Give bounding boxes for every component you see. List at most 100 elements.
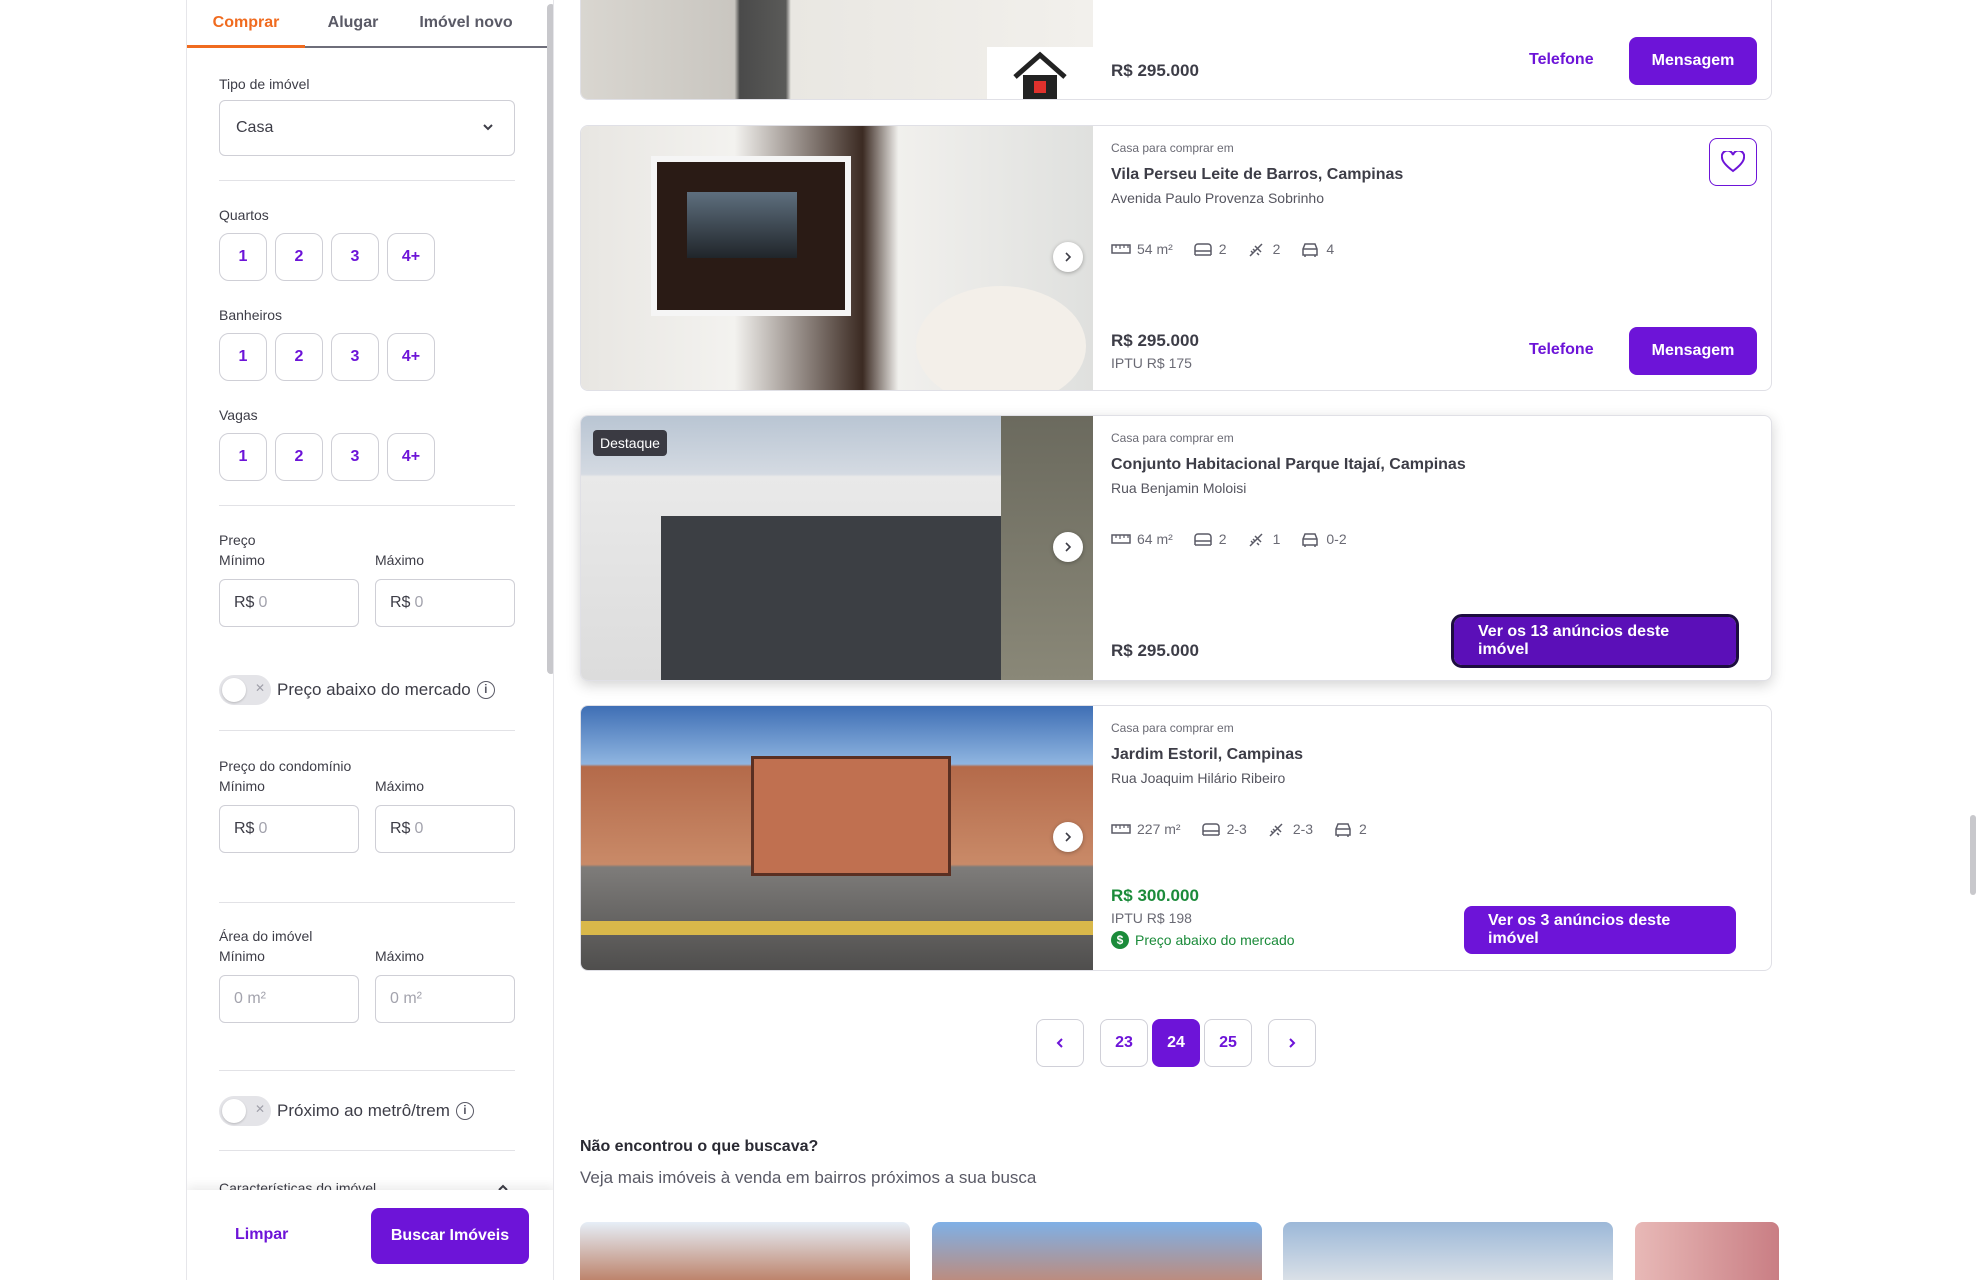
tab-imovel-novo[interactable]: Imóvel novo [401, 0, 531, 46]
sidebar-footer: Limpar Buscar Imóveis [187, 1190, 553, 1280]
quartos-chip-1[interactable]: 1 [219, 233, 267, 281]
mensagem-button[interactable]: Mensagem [1629, 327, 1757, 375]
destaque-badge: Destaque [593, 430, 667, 456]
vagas-chip-1[interactable]: 1 [219, 433, 267, 481]
preco-min-input[interactable]: R$ 0 [219, 579, 359, 627]
next-photo-button[interactable] [1053, 532, 1083, 562]
limpar-button[interactable]: Limpar [235, 1226, 288, 1244]
vagas-chip-4plus[interactable]: 4+ [387, 433, 435, 481]
below-market-label: Preço abaixo do mercado [1135, 932, 1295, 948]
below-market-tag: $ Preço abaixo do mercado [1111, 931, 1295, 949]
vagas-chip-2[interactable]: 2 [275, 433, 323, 481]
banheiros-feature: 2 [1247, 240, 1281, 258]
chevron-left-icon [1056, 1038, 1063, 1048]
condominio-min-input[interactable]: R$ 0 [219, 805, 359, 853]
listing-photo[interactable] [581, 706, 1093, 970]
favorite-button[interactable] [1709, 138, 1757, 186]
listing-address: Rua Benjamin Moloisi [1111, 480, 1247, 496]
car-icon [1302, 533, 1319, 547]
page-scrollbar[interactable] [1970, 815, 1976, 895]
nearby-listing-thumb[interactable] [932, 1222, 1262, 1280]
area-min-input[interactable]: 0 m² [219, 975, 359, 1023]
quartos-feature: 2 [1193, 241, 1227, 257]
preco-min-label: Mínimo [219, 552, 265, 568]
preco-label: Preço [219, 532, 256, 548]
listing-card[interactable]: Casa para comprar em Vila Perseu Leite d… [580, 125, 1772, 391]
listing-info: Casa para comprar em Conjunto Habitacion… [1111, 416, 1771, 680]
listing-title[interactable]: Jardim Estoril, Campinas [1111, 746, 1303, 764]
listing-photo[interactable] [581, 126, 1093, 390]
condominio-max-input[interactable]: R$ 0 [375, 805, 515, 853]
quartos-chips: 1 2 3 4+ [219, 233, 435, 281]
banheiros-value: 1 [1272, 531, 1281, 547]
info-icon[interactable]: i [476, 681, 495, 699]
telefone-button[interactable]: Telefone [1529, 51, 1594, 69]
ver-anuncios-button[interactable]: Ver os 3 anúncios deste imóvel [1464, 906, 1736, 954]
preco-abaixo-toggle[interactable]: ✕ [219, 675, 271, 705]
listing-info: R$ 295.000 Telefone Mensagem [1111, 0, 1771, 99]
banheiros-chip-4plus[interactable]: 4+ [387, 333, 435, 381]
vagas-feature: 2 [1333, 821, 1367, 837]
prev-page-button[interactable] [1036, 1019, 1084, 1067]
listing-title[interactable]: Vila Perseu Leite de Barros, Campinas [1111, 166, 1403, 184]
next-page-button[interactable] [1268, 1019, 1316, 1067]
quartos-value: 2 [1218, 241, 1227, 257]
mensagem-button[interactable]: Mensagem [1629, 37, 1757, 85]
quartos-chip-3[interactable]: 3 [331, 233, 379, 281]
next-photo-button[interactable] [1053, 242, 1083, 272]
divider [219, 505, 515, 506]
next-photo-button[interactable] [1053, 822, 1083, 852]
listing-photo[interactable] [581, 0, 1093, 99]
divider [219, 180, 515, 181]
preco-max-label: Máximo [375, 552, 425, 568]
listing-card[interactable]: Casa para comprar em Jardim Estoril, Cam… [580, 705, 1772, 971]
vagas-value: 2 [1359, 821, 1367, 837]
ruler-icon [1111, 824, 1131, 834]
sidebar-scrollbar[interactable] [547, 4, 553, 674]
telefone-button[interactable]: Telefone [1529, 341, 1594, 359]
nearby-listing-thumb[interactable] [580, 1222, 910, 1280]
vagas-feature: 0-2 [1300, 531, 1347, 547]
banheiros-chip-2[interactable]: 2 [275, 333, 323, 381]
divider [219, 1150, 515, 1151]
listing-card[interactable]: R$ 295.000 Telefone Mensagem [580, 0, 1772, 100]
banheiros-chip-3[interactable]: 3 [331, 333, 379, 381]
tipo-select[interactable]: Casa [219, 100, 515, 156]
listing-title[interactable]: Conjunto Habitacional Parque Itajaí, Cam… [1111, 456, 1466, 474]
vagas-feature: 4 [1300, 241, 1334, 257]
listing-card[interactable]: Destaque Casa para comprar em Conjunto H… [580, 415, 1772, 681]
divider [219, 1070, 515, 1071]
area-max-input[interactable]: 0 m² [375, 975, 515, 1023]
page-24-button[interactable]: 24 [1152, 1019, 1200, 1067]
banheiros-label: Banheiros [219, 307, 283, 323]
vagas-chip-3[interactable]: 3 [331, 433, 379, 481]
currency-prefix: R$ [390, 594, 411, 611]
tab-alugar[interactable]: Alugar [305, 0, 401, 46]
listing-features: 64 m² 2 1 0-2 [1111, 530, 1347, 548]
banheiros-value: 2 [1272, 241, 1281, 257]
chevron-right-icon [1065, 832, 1072, 842]
page-23-button[interactable]: 23 [1100, 1019, 1148, 1067]
tab-comprar[interactable]: Comprar [187, 0, 305, 48]
metro-toggle[interactable]: ✕ [219, 1096, 271, 1126]
vagas-value: 0-2 [1326, 531, 1347, 547]
listing-kicker: Casa para comprar em [1111, 721, 1234, 735]
quartos-chip-2[interactable]: 2 [275, 233, 323, 281]
banheiros-chip-1[interactable]: 1 [219, 333, 267, 381]
listing-features: 54 m² 2 2 4 [1111, 240, 1334, 258]
placeholder: 0 [414, 820, 424, 837]
listing-photo[interactable]: Destaque [581, 416, 1093, 680]
nearby-listing-thumb[interactable] [1635, 1222, 1779, 1280]
nearby-listing-thumb[interactable] [1283, 1222, 1613, 1280]
street-line-image [581, 921, 1093, 935]
area-value: 54 m² [1137, 241, 1173, 257]
buscar-imoveis-button[interactable]: Buscar Imóveis [371, 1208, 529, 1264]
dollar-icon: $ [1111, 931, 1129, 949]
divider [219, 902, 515, 903]
info-icon[interactable]: i [455, 1102, 474, 1120]
page-25-button[interactable]: 25 [1204, 1019, 1252, 1067]
ver-anuncios-button[interactable]: Ver os 13 anúncios deste imóvel [1451, 614, 1739, 668]
quartos-chip-4plus[interactable]: 4+ [387, 233, 435, 281]
preco-max-input[interactable]: R$ 0 [375, 579, 515, 627]
area-feature: 227 m² [1111, 821, 1181, 837]
